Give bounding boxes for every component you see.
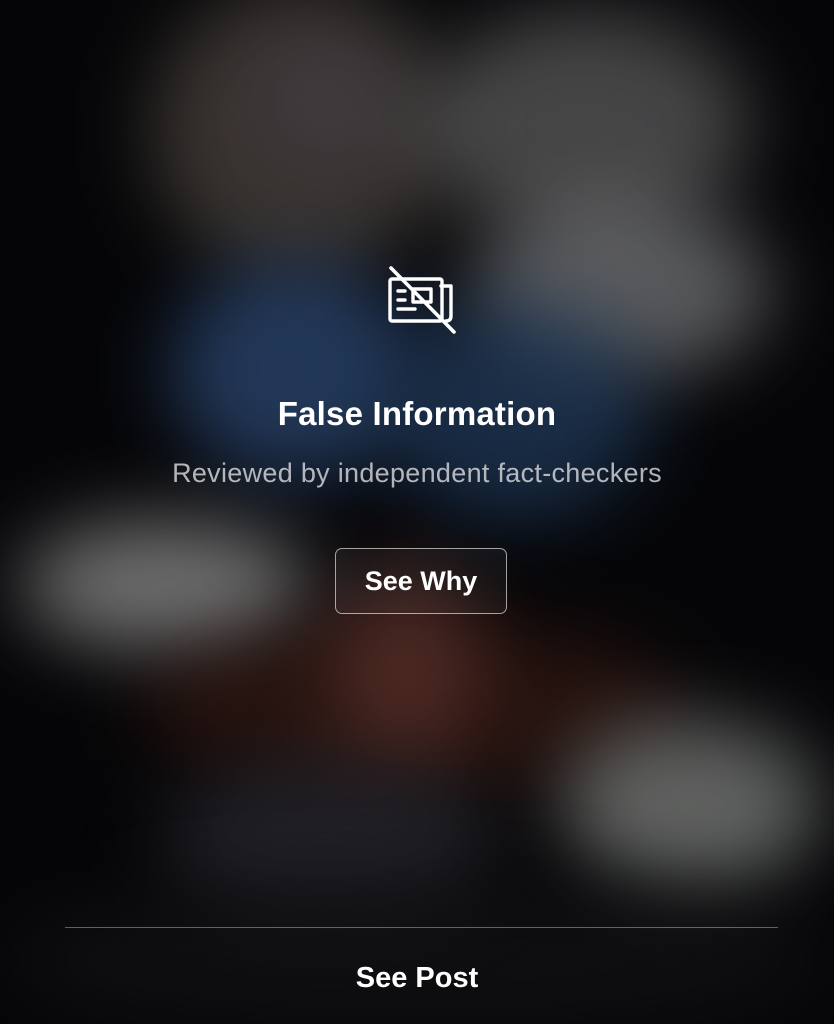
divider	[65, 927, 778, 928]
notice-subtitle: Reviewed by independent fact-checkers	[172, 458, 662, 488]
see-why-button[interactable]: See Why	[335, 548, 507, 614]
notice-title: False Information	[277, 395, 557, 432]
false-information-overlay: False Information Reviewed by independen…	[0, 0, 834, 1024]
see-post-button[interactable]: See Post	[317, 950, 517, 1006]
newspaper-crossed-out-icon	[385, 264, 461, 336]
dim-layer	[0, 0, 834, 1024]
